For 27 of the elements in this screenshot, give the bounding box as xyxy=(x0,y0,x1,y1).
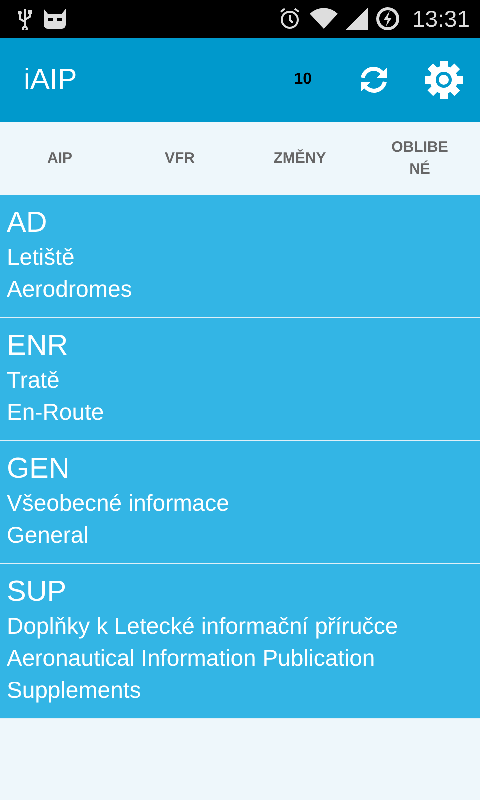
section-description: En-Route xyxy=(7,398,106,427)
tab[interactable]: AIP xyxy=(0,122,120,195)
section-code: ENR xyxy=(7,329,70,364)
section-description: Tratě xyxy=(7,366,61,395)
usb-icon xyxy=(17,8,33,30)
count-label: 10 xyxy=(294,71,312,89)
app-title: iAIP xyxy=(24,64,78,96)
section-description: Aerodromes xyxy=(7,275,134,304)
wifi-icon xyxy=(310,8,338,30)
section-code: AD xyxy=(7,206,48,241)
signal-icon xyxy=(346,8,368,30)
section-description: General xyxy=(7,521,90,550)
robot-head-icon xyxy=(41,8,69,30)
section-code: SUP xyxy=(7,575,68,610)
tab[interactable]: OBLIBENÉ xyxy=(360,122,480,195)
section-code: GEN xyxy=(7,452,71,487)
section-description: Letiště xyxy=(7,243,76,272)
alarm-icon xyxy=(278,7,302,31)
section-description: Aeronautical Information Publication Supplements xyxy=(7,644,376,705)
refresh-icon[interactable] xyxy=(358,64,390,96)
section-description: Všeobecné informace xyxy=(7,489,230,518)
settings-icon[interactable] xyxy=(424,60,464,100)
tab[interactable]: ZMĚNY xyxy=(240,122,360,195)
battery-charging-icon xyxy=(376,7,400,31)
section-description: Doplňky k Letecké informační příručce xyxy=(7,612,400,641)
tab[interactable]: VFR xyxy=(120,122,240,195)
clock-time: 13:31 xyxy=(412,6,470,32)
